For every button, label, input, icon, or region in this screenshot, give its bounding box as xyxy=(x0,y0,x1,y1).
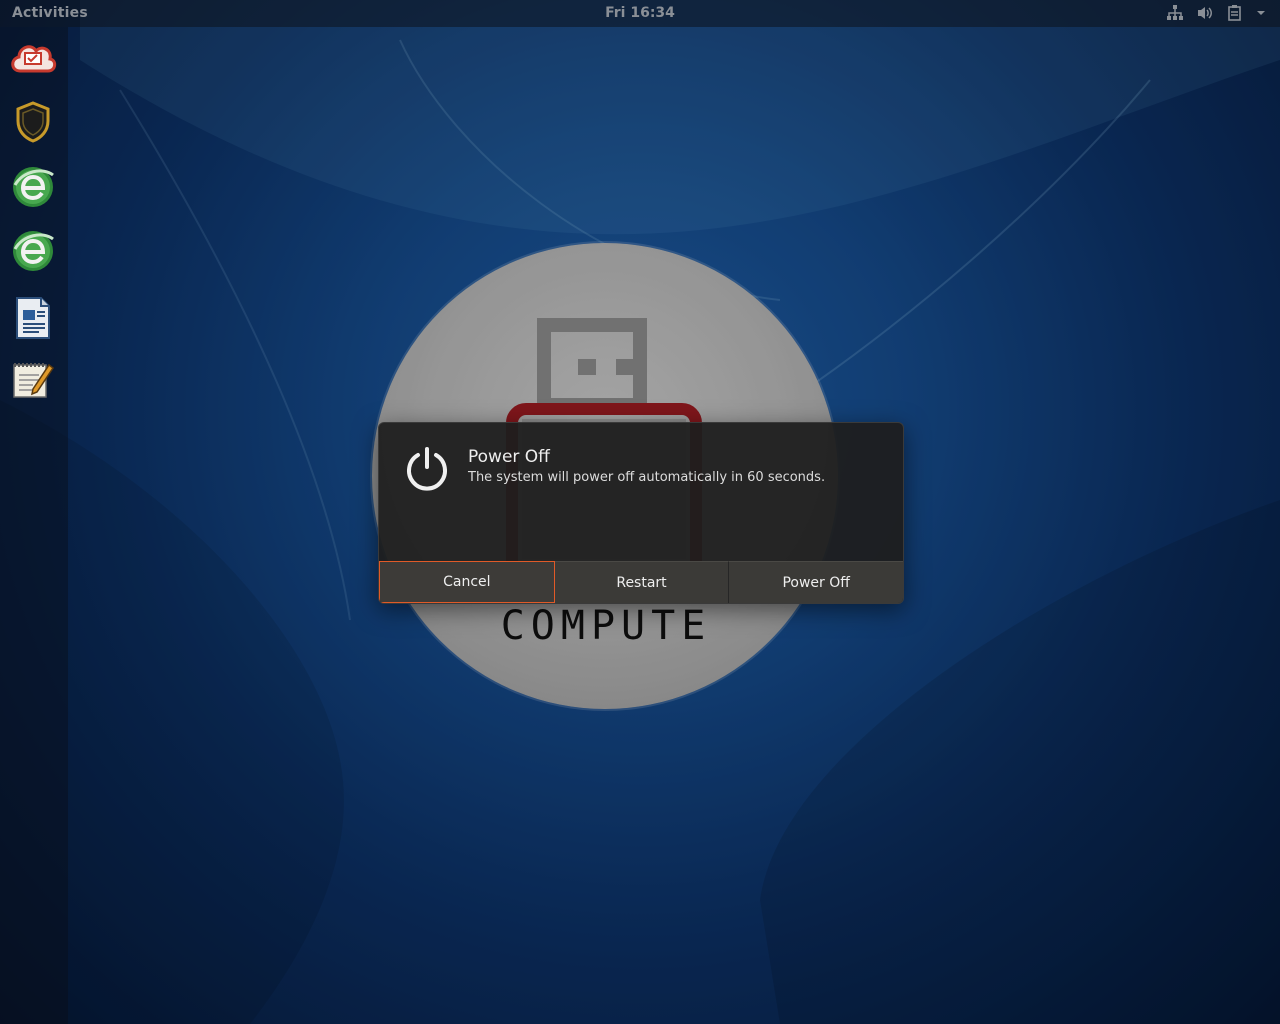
dialog-message: The system will power off automatically … xyxy=(468,470,826,485)
dock-item-cloud-monitor[interactable] xyxy=(8,32,58,82)
browser-icon xyxy=(13,231,54,271)
clipboard-icon[interactable] xyxy=(1226,4,1244,22)
system-tray[interactable] xyxy=(1166,4,1266,22)
power-off-button[interactable]: Power Off xyxy=(729,561,903,603)
cloud-monitor-icon xyxy=(11,45,57,73)
dock-item-security[interactable] xyxy=(8,97,58,147)
dialog-title: Power Off xyxy=(468,447,550,467)
dock-item-text-editor[interactable] xyxy=(8,354,58,404)
clock[interactable]: Fri 16:34 xyxy=(0,5,1280,21)
power-icon xyxy=(407,447,447,491)
dialog-button-row: Cancel Restart Power Off xyxy=(379,561,903,603)
text-editor-icon xyxy=(13,363,55,398)
logo-compute-text: COMPUTE xyxy=(500,603,712,649)
volume-icon[interactable] xyxy=(1196,4,1214,22)
top-bar: Activities Fri 16:34 xyxy=(0,0,1280,27)
dock xyxy=(0,27,68,1024)
restart-button[interactable]: Restart xyxy=(554,561,730,603)
dock-item-document-viewer[interactable] xyxy=(8,293,58,343)
dock-item-browser-1[interactable] xyxy=(8,162,58,212)
document-viewer-icon xyxy=(16,297,50,339)
dock-item-browser-2[interactable] xyxy=(8,226,58,276)
browser-icon xyxy=(13,167,54,207)
shield-icon xyxy=(16,101,50,143)
power-off-dialog: Power Off The system will power off auto… xyxy=(378,422,904,604)
cancel-button[interactable]: Cancel xyxy=(379,561,555,603)
menu-arrow-icon[interactable] xyxy=(1256,4,1266,22)
network-icon[interactable] xyxy=(1166,4,1184,22)
